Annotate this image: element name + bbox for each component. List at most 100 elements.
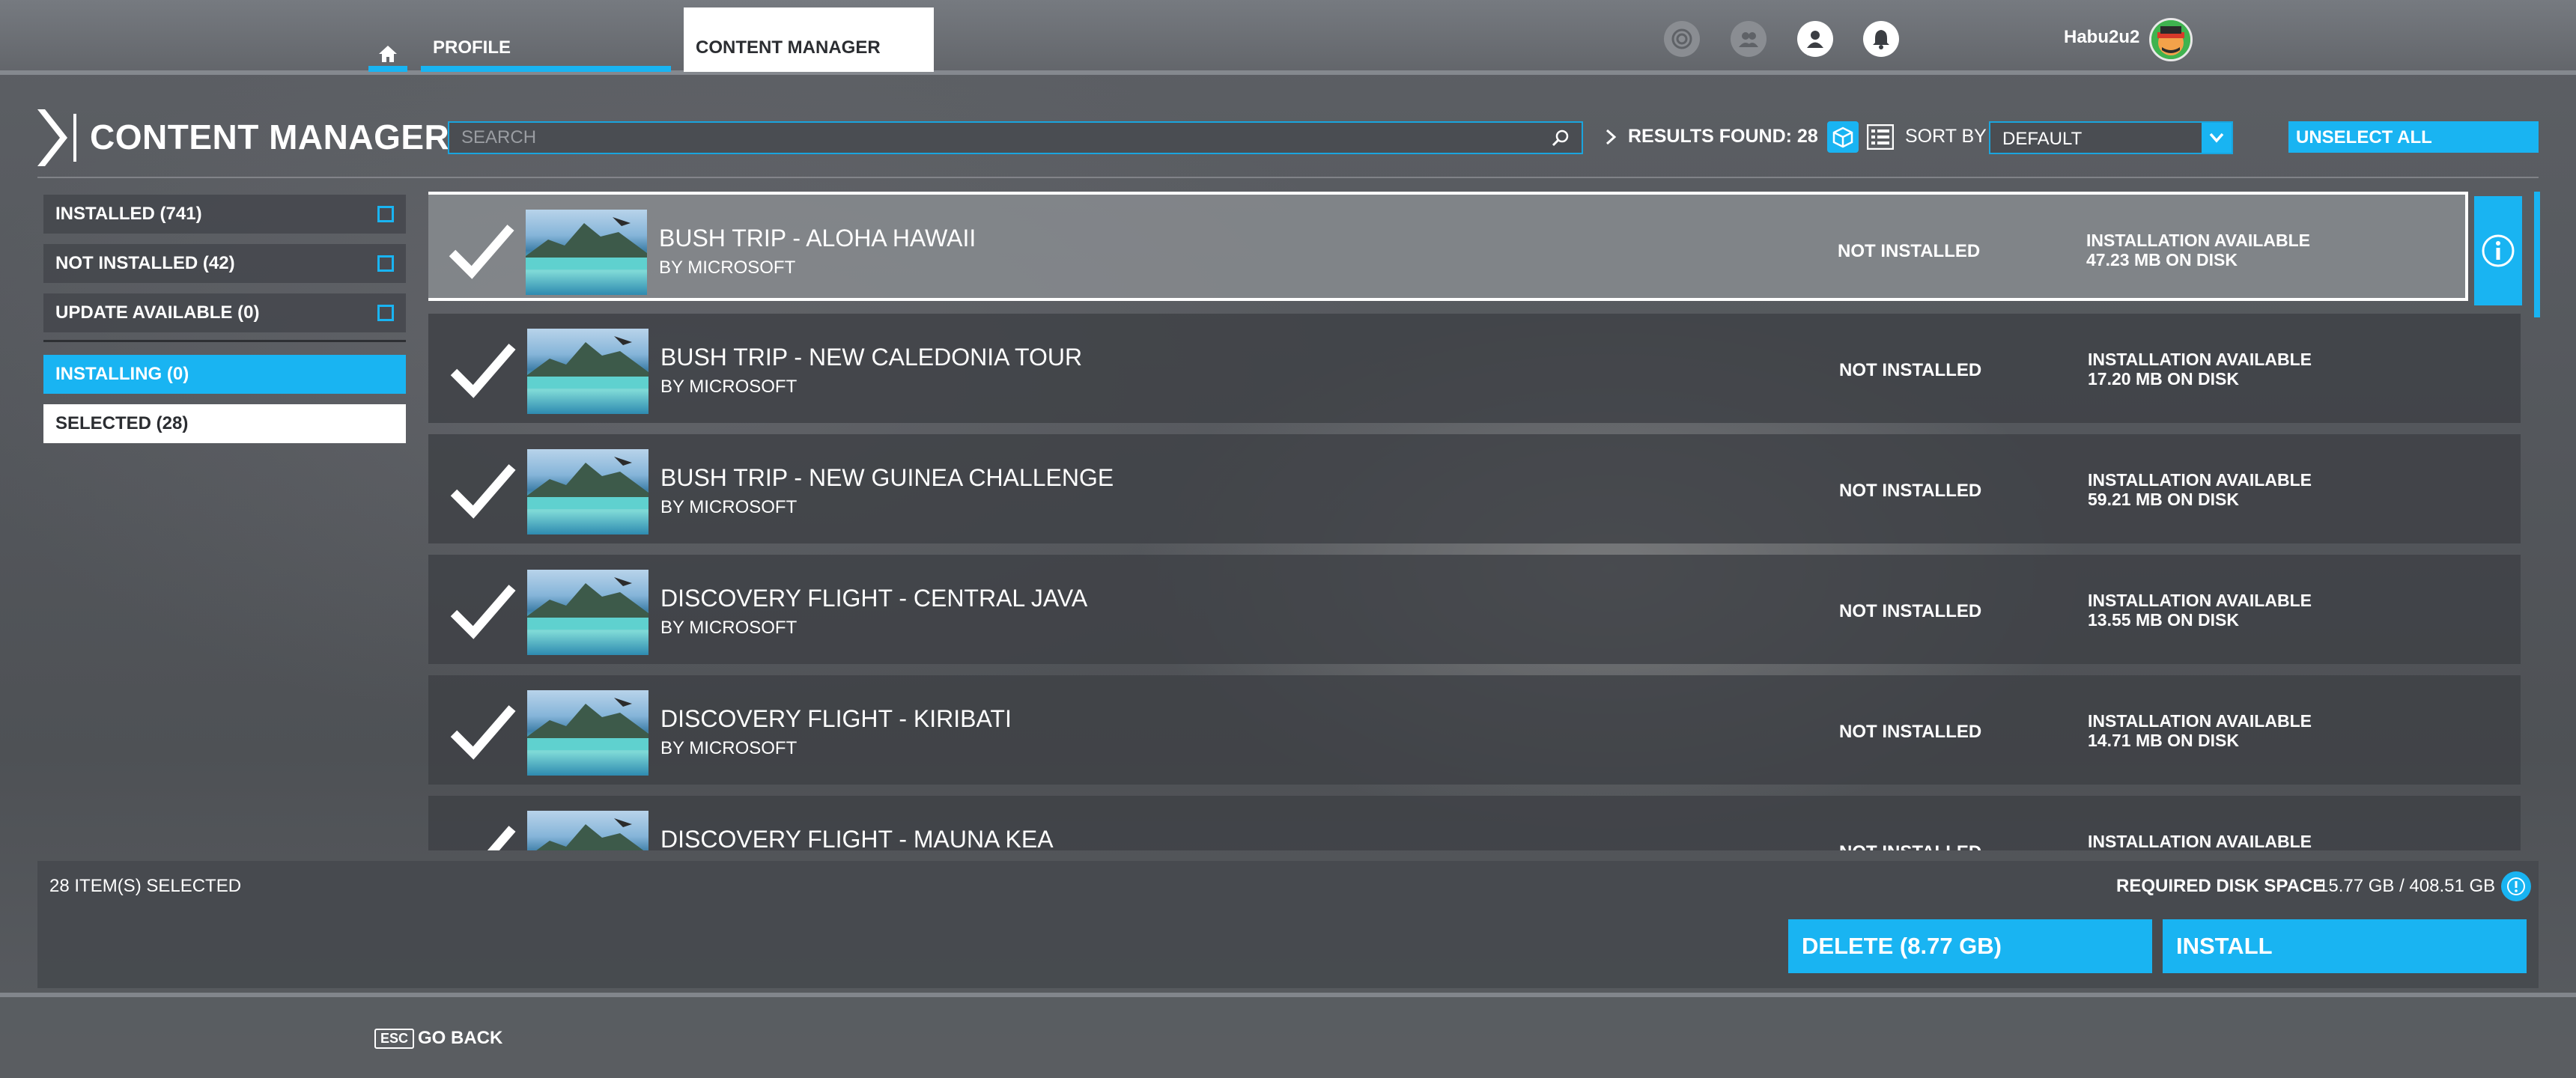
item-thumbnail — [527, 449, 648, 535]
filter-installing[interactable]: INSTALLING (0) — [43, 355, 406, 394]
filter-installed[interactable]: INSTALLED (741) — [43, 195, 406, 234]
activity-icon — [1671, 28, 1692, 49]
disk-space-label: REQUIRED DISK SPACE — [2116, 876, 2325, 896]
filter-not-installed[interactable]: NOT INSTALLED (42) — [43, 244, 406, 283]
disk-info-button[interactable] — [2501, 871, 2531, 901]
list-item[interactable]: DISCOVERY FLIGHT - MAUNA KEABY MICROSOFT… — [428, 796, 2521, 850]
filter-installed-label: INSTALLED (741) — [55, 204, 202, 224]
filter-update-available[interactable]: UPDATE AVAILABLE (0) — [43, 293, 406, 332]
item-info-button[interactable] — [2474, 196, 2522, 305]
item-availability: INSTALLATION AVAILABLE 17.20 MB ON DISK — [2088, 350, 2312, 389]
list-scrollbar[interactable] — [2534, 192, 2540, 317]
filter-selected-label: SELECTED (28) — [55, 413, 189, 433]
home-icon — [379, 46, 397, 62]
notifications-button[interactable] — [1863, 21, 1899, 57]
item-availability: INSTALLATION AVAILABLE 59.21 MB ON DISK — [2088, 470, 2312, 509]
install-button[interactable]: INSTALL — [2163, 919, 2527, 973]
selected-count: 28 ITEM(S) SELECTED — [49, 876, 242, 896]
avatar[interactable] — [2149, 18, 2193, 61]
item-availability-label: INSTALLATION AVAILABLE — [2086, 231, 2310, 250]
item-author: BY MICROSOFT — [660, 738, 798, 758]
unselect-all-button[interactable]: UNSELECT ALL — [2288, 121, 2539, 153]
item-size: 13.55 MB ON DISK — [2088, 610, 2239, 630]
list-item[interactable]: BUSH TRIP - ALOHA HAWAII BY MICROSOFT NOT … — [428, 192, 2468, 301]
item-status: NOT INSTALLED — [1839, 360, 1982, 380]
filter-installed-checkbox[interactable] — [377, 206, 394, 222]
tab-content-manager-label: CONTENT MANAGER — [696, 37, 881, 58]
item-availability-label: INSTALLATION AVAILABLE — [2088, 832, 2312, 850]
filter-divider — [43, 340, 406, 342]
checkmark-icon[interactable] — [449, 702, 517, 762]
grid-view-button[interactable] — [1827, 121, 1859, 153]
chevron-right-icon — [1606, 129, 1617, 144]
delete-button[interactable]: DELETE (8.77 GB) — [1788, 919, 2152, 973]
sort-dropdown-caret[interactable] — [2202, 123, 2232, 153]
filter-not-installed-checkbox[interactable] — [377, 255, 394, 272]
filter-update-available-checkbox[interactable] — [377, 305, 394, 321]
sort-value: DEFAULT — [2002, 129, 2083, 149]
home-tab-underline — [368, 66, 407, 72]
search-icon[interactable] — [1552, 129, 1570, 147]
checkmark-icon[interactable] — [449, 461, 517, 521]
item-title: DISCOVERY FLIGHT - CENTRAL JAVA — [660, 585, 1088, 612]
item-author: BY MICROSOFT — [660, 377, 798, 397]
content-list[interactable]: BUSH TRIP - ALOHA HAWAII BY MICROSOFT NOT … — [428, 192, 2525, 850]
filter-update-available-label: UPDATE AVAILABLE (0) — [55, 302, 260, 323]
tab-content-manager[interactable]: CONTENT MANAGER — [684, 7, 934, 72]
tab-profile[interactable]: PROFILE — [421, 33, 671, 72]
tab-profile-underline — [421, 66, 671, 72]
search-input[interactable] — [461, 127, 1552, 148]
item-availability: INSTALLATION AVAILABLE 13.55 MB ON DISK — [2088, 591, 2312, 630]
item-thumbnail — [527, 570, 648, 655]
list-view-button[interactable] — [1865, 121, 1896, 153]
list-item[interactable]: BUSH TRIP - NEW CALEDONIA TOUR BY MICROSO… — [428, 314, 2521, 423]
item-size: 17.20 MB ON DISK — [2088, 369, 2239, 389]
go-back-button[interactable]: GO BACK — [418, 1028, 502, 1049]
item-size: 47.23 MB ON DISK — [2086, 250, 2238, 270]
item-availability-label: INSTALLATION AVAILABLE — [2088, 350, 2312, 369]
friends-button[interactable] — [1731, 21, 1767, 57]
app-logo-icon — [37, 109, 76, 166]
item-availability-label: INSTALLATION AVAILABLE — [2088, 591, 2312, 610]
checkmark-icon[interactable] — [449, 341, 517, 401]
item-availability-label: INSTALLATION AVAILABLE — [2088, 711, 2312, 731]
user-button[interactable] — [1797, 21, 1833, 57]
item-title: BUSH TRIP - NEW CALEDONIA TOUR — [660, 344, 1083, 371]
notifications-icon — [1873, 30, 1889, 49]
info-icon — [2507, 877, 2525, 895]
list-item[interactable]: DISCOVERY FLIGHT - CENTRAL JAVA BY MICROS… — [428, 555, 2521, 664]
item-status: NOT INSTALLED — [1839, 722, 1982, 742]
checkmark-icon[interactable] — [449, 582, 517, 642]
home-tab[interactable] — [368, 33, 407, 72]
list-item[interactable]: DISCOVERY FLIGHT - KIRIBATI BY MICROSOFT N… — [428, 675, 2521, 785]
item-size: 14.71 MB ON DISK — [2088, 731, 2239, 750]
search-bar[interactable] — [448, 121, 1583, 154]
username[interactable]: Habu2u2 — [2064, 27, 2139, 48]
item-thumbnail — [527, 329, 648, 414]
item-thumbnail — [527, 811, 648, 850]
user-icon — [1807, 31, 1823, 48]
tab-profile-label: PROFILE — [433, 37, 511, 58]
sort-dropdown[interactable]: DEFAULT — [1989, 121, 2233, 154]
item-author: BY MICROSOFT — [660, 618, 798, 638]
filter-selected[interactable]: SELECTED (28) — [43, 404, 406, 443]
results-label: RESULTS FOUND: 28 — [1628, 126, 1818, 147]
item-title: DISCOVERY FLIGHT - KIRIBATI — [660, 705, 1012, 732]
item-status: NOT INSTALLED — [1839, 601, 1982, 621]
item-thumbnail — [527, 690, 648, 776]
item-availability: INSTALLATION AVAILABLE — [2088, 832, 2312, 850]
list-item[interactable]: BUSH TRIP - NEW GUINEA CHALLENGE BY MICRO… — [428, 434, 2521, 543]
activity-button[interactable] — [1664, 21, 1700, 57]
item-status: NOT INSTALLED — [1838, 241, 1981, 261]
item-author: BY MICROSOFT — [659, 258, 796, 278]
item-author: BY MICROSOFT — [660, 497, 798, 517]
sort-by-label: SORT BY — [1905, 126, 1987, 147]
item-availability-label: INSTALLATION AVAILABLE — [2088, 470, 2312, 490]
chevron-down-icon — [2209, 133, 2224, 143]
item-thumbnail — [526, 210, 647, 295]
checkmark-icon[interactable] — [449, 823, 517, 850]
item-status: NOT INSTALLED — [1839, 481, 1982, 501]
results-count: RESULTS FOUND: 28 — [1606, 126, 1818, 147]
checkmark-icon[interactable] — [448, 222, 515, 281]
item-availability: INSTALLATION AVAILABLE 14.71 MB ON DISK — [2088, 711, 2312, 750]
